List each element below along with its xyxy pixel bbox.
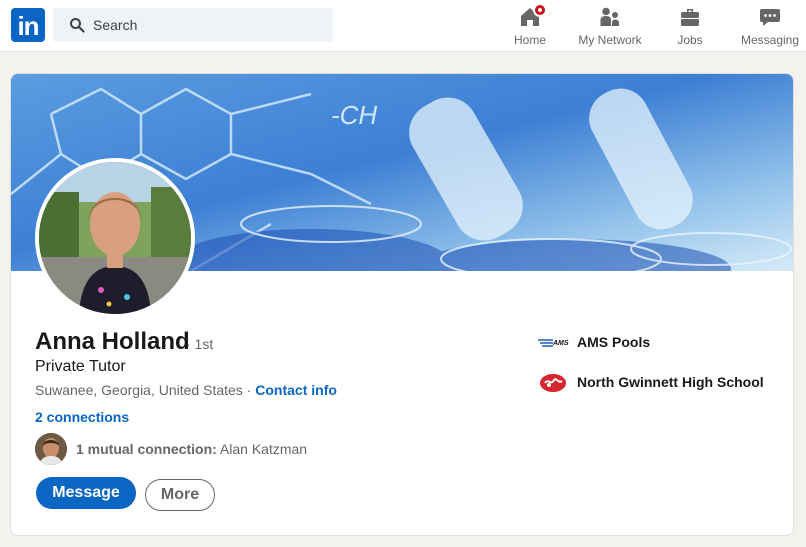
- location-separator: ·: [242, 382, 256, 398]
- connections-link[interactable]: 2 connections: [35, 409, 129, 425]
- search-box[interactable]: [53, 8, 333, 42]
- nav-my-network[interactable]: My Network: [570, 0, 650, 52]
- briefcase-icon: [681, 9, 699, 26]
- chat-icon: [760, 9, 780, 26]
- notification-badge: [533, 3, 547, 17]
- education-school-name: North Gwinnett High School: [577, 374, 764, 390]
- top-nav: in Home My Network Jobs: [0, 0, 806, 52]
- ams-pools-logo: AMS: [538, 339, 569, 347]
- nav-messaging[interactable]: Messaging: [734, 0, 806, 52]
- search-icon: [70, 18, 85, 33]
- profile-photo-image: [39, 162, 191, 314]
- experience-company-name: AMS Pools: [577, 334, 651, 350]
- network-icon: [600, 7, 619, 26]
- profile-photo[interactable]: [35, 158, 195, 318]
- north-gwinnett-logo: [540, 374, 566, 392]
- nav-my-network-label: My Network: [578, 33, 642, 47]
- message-button[interactable]: Message: [36, 477, 136, 509]
- svg-text:AMS: AMS: [552, 340, 569, 347]
- mutual-connection-label: 1 mutual connection:: [76, 441, 217, 457]
- profile-location: Suwanee, Georgia, United States · Contac…: [35, 382, 337, 398]
- nav-home-label: Home: [513, 33, 546, 47]
- profile-name: Anna Holland: [35, 328, 190, 355]
- nav-jobs-label: Jobs: [677, 33, 703, 47]
- nav-messaging-label: Messaging: [740, 33, 800, 47]
- linkedin-logo[interactable]: in: [11, 8, 45, 42]
- mutual-connection-avatar: [35, 433, 67, 465]
- nav-home[interactable]: Home: [505, 0, 555, 52]
- contact-info-link[interactable]: Contact info: [255, 382, 337, 398]
- mutual-connection-name: Alan Katzman: [219, 441, 308, 457]
- more-button[interactable]: More: [145, 479, 215, 511]
- svg-text:-CH: -CH: [331, 100, 377, 130]
- nav-jobs[interactable]: Jobs: [665, 0, 715, 52]
- connection-degree: · 1st: [186, 336, 214, 352]
- mutual-connection-text: 1 mutual connection: Alan Katzman: [76, 441, 307, 457]
- location-text: Suwanee, Georgia, United States: [35, 382, 243, 398]
- search-input[interactable]: [93, 8, 323, 42]
- profile-headline: Private Tutor: [35, 358, 126, 375]
- profile-card: -CH Anna Holland · 1st Private Tutor Suw…: [10, 73, 794, 536]
